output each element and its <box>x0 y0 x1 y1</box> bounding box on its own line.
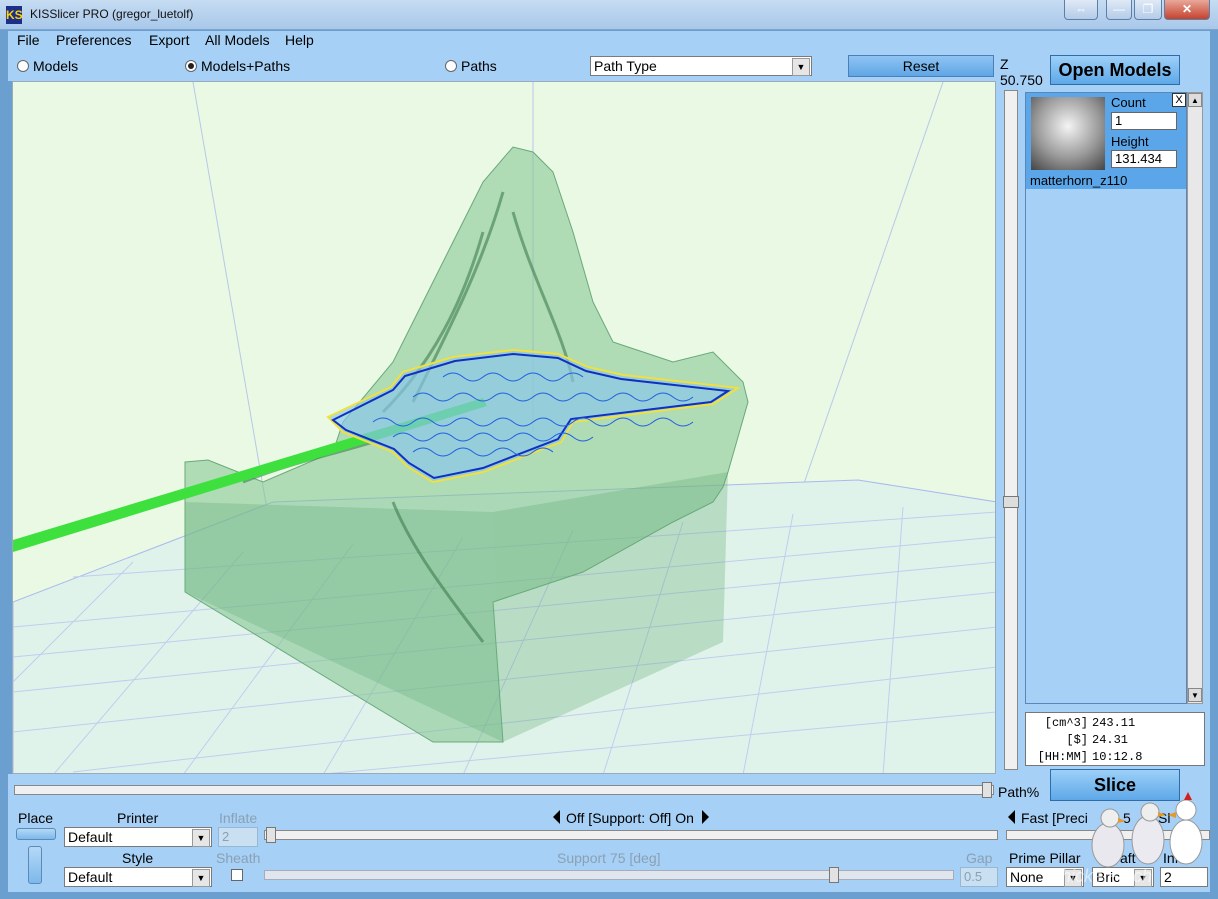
stat-cost-value: 24.31 <box>1092 733 1129 747</box>
path-type-select[interactable]: Path Type ▼ <box>590 56 812 76</box>
speed-label: Fast [Preci <box>1021 810 1088 826</box>
stat-volume-label: [cm^3] <box>1044 716 1088 730</box>
path-type-value: Path Type <box>594 58 657 74</box>
path-percent-label: Path% <box>998 784 1040 800</box>
radio-models-paths[interactable]: Models+Paths <box>185 58 290 74</box>
support-angle-slider[interactable] <box>264 870 954 880</box>
resize-icon[interactable]: ⇔ <box>1064 0 1098 20</box>
place-vertical-button[interactable] <box>28 846 42 884</box>
remove-model-button[interactable]: X <box>1172 93 1186 107</box>
inflate-label: Inflate <box>219 810 258 826</box>
menu-all-models[interactable]: All Models <box>205 32 270 48</box>
support-angle-slider-thumb[interactable] <box>829 867 839 883</box>
sheath-label: Sheath <box>216 850 261 866</box>
prime-pillar-value: None <box>1010 869 1044 885</box>
chevron-down-icon[interactable]: ▼ <box>192 869 210 887</box>
radio-models[interactable]: Models <box>17 58 78 74</box>
style-label: Style <box>122 850 154 866</box>
window-title: KISSlicer PRO (gregor_luetolf) <box>30 7 194 21</box>
model-thumbnail[interactable] <box>1031 97 1105 170</box>
gap-input[interactable]: 0.5 <box>960 867 998 887</box>
gap-label: Gap <box>966 850 993 866</box>
stat-time-label: [HH:MM] <box>1037 750 1088 764</box>
kisslicer-app-icon[interactable]: KS <box>6 6 23 24</box>
place-label: Place <box>18 810 54 826</box>
count-input[interactable]: 1 <box>1111 112 1177 130</box>
watermark: SchickelFd.ch <box>1040 866 1153 886</box>
close-window-button[interactable]: ✕ <box>1164 0 1210 20</box>
radio-models-label: Models <box>33 58 79 74</box>
model-name: matterhorn_z110 <box>1030 173 1128 188</box>
chevron-down-icon[interactable]: ▼ <box>792 58 810 76</box>
support-slider[interactable] <box>264 830 998 840</box>
radio-models-paths-label: Models+Paths <box>201 58 291 74</box>
radio-paths-label: Paths <box>461 58 497 74</box>
path-percent-slider[interactable] <box>14 785 994 795</box>
height-label: Height <box>1111 134 1149 149</box>
printer-select[interactable]: Default ▼ <box>64 827 212 847</box>
support-toggle-label: Off [Support: Off] On <box>566 810 694 826</box>
stat-cost-label: [$] <box>1066 733 1088 747</box>
print-stats: [cm^3] 243.11 [$] 24.31 [HH:MM] 10:12.8 <box>1025 712 1205 766</box>
reset-button[interactable]: Reset <box>848 55 994 77</box>
radio-models-circle[interactable] <box>17 60 29 72</box>
z-layer-slider-thumb[interactable] <box>1003 496 1019 508</box>
sheath-checkbox[interactable] <box>231 869 243 881</box>
printer-label: Printer <box>117 810 159 826</box>
open-models-button[interactable]: Open Models <box>1050 55 1180 85</box>
prime-pillar-label: Prime Pillar <box>1009 850 1081 866</box>
scroll-up-icon[interactable]: ▲ <box>1188 93 1202 107</box>
stat-time-value: 10:12.8 <box>1092 750 1143 764</box>
z-axis-label: Z <box>1000 56 1009 72</box>
scroll-down-icon[interactable]: ▼ <box>1188 688 1202 702</box>
printer-value: Default <box>68 829 113 845</box>
scene-canvas[interactable] <box>13 82 996 774</box>
menu-export[interactable]: Export <box>149 32 189 48</box>
menu-preferences[interactable]: Preferences <box>56 32 131 48</box>
inflate-input[interactable]: 2 <box>218 827 258 847</box>
models-scrollbar[interactable] <box>1187 92 1203 704</box>
maximize-button[interactable]: ❐ <box>1134 0 1162 20</box>
speed-left-arrow-icon[interactable] <box>1008 810 1015 824</box>
minimize-button[interactable]: — <box>1106 0 1132 20</box>
radio-paths[interactable]: Paths <box>445 58 497 74</box>
3d-viewport[interactable] <box>12 81 996 774</box>
menu-help[interactable]: Help <box>285 32 314 48</box>
height-input[interactable]: 131.434 <box>1111 150 1177 168</box>
support-angle-label: Support 75 [deg] <box>557 850 661 866</box>
support-slider-thumb[interactable] <box>266 827 276 843</box>
style-select[interactable]: Default ▼ <box>64 867 212 887</box>
z-height-value: 50.750 <box>1000 72 1043 88</box>
support-right-arrow-icon[interactable] <box>702 810 709 824</box>
menu-file[interactable]: File <box>17 32 40 48</box>
radio-models-paths-circle[interactable] <box>185 60 197 72</box>
radio-paths-circle[interactable] <box>445 60 457 72</box>
path-percent-slider-thumb[interactable] <box>982 782 992 798</box>
place-button[interactable] <box>16 828 56 840</box>
stat-volume-value: 243.11 <box>1092 716 1136 730</box>
support-left-arrow-icon[interactable] <box>553 810 560 824</box>
chevron-down-icon[interactable]: ▼ <box>192 829 210 847</box>
count-label: Count <box>1111 95 1146 110</box>
z-layer-slider[interactable] <box>1004 90 1018 770</box>
style-value: Default <box>68 869 113 885</box>
